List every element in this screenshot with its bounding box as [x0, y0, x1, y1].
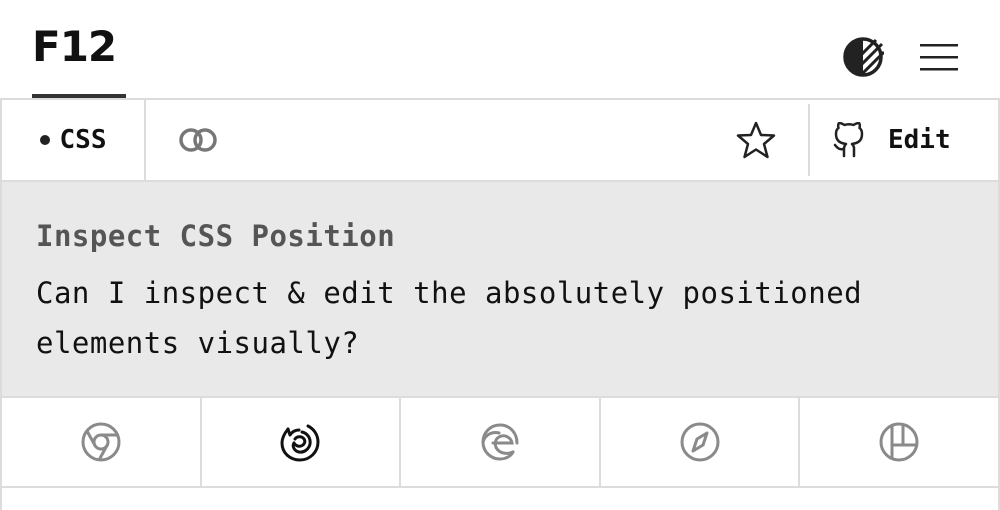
- copy-link-button[interactable]: [174, 120, 222, 160]
- bullet-icon: [39, 135, 50, 145]
- contrast-icon: [843, 37, 884, 77]
- star-icon: [736, 121, 776, 159]
- menu-button[interactable]: [918, 36, 960, 78]
- hamburger-menu-icon: [920, 44, 958, 71]
- browser-tab-edge[interactable]: [401, 398, 601, 486]
- chrome-icon: [81, 422, 121, 462]
- edit-on-github-button[interactable]: Edit: [832, 114, 982, 166]
- edit-label: Edit: [888, 125, 951, 155]
- firefox-icon: [280, 424, 320, 462]
- safari-icon: [680, 422, 720, 462]
- site-header: F12: [0, 0, 1000, 100]
- browser-tab-safari[interactable]: [601, 398, 801, 486]
- polypane-icon: [879, 422, 919, 462]
- content-below: [0, 488, 1000, 510]
- favorite-button[interactable]: [732, 118, 780, 162]
- question-title: Inspect CSS Position: [36, 219, 396, 253]
- category-tag[interactable]: CSS: [2, 100, 146, 180]
- question-panel: Inspect CSS Position Can I inspect & edi…: [0, 182, 1000, 396]
- edge-icon: [481, 423, 519, 461]
- question-toolbar: CSS Edit: [0, 100, 1000, 182]
- category-label: CSS: [59, 125, 107, 155]
- browser-tab-chrome[interactable]: [2, 398, 202, 486]
- link-icon: [179, 128, 217, 152]
- logo[interactable]: F12: [32, 22, 126, 98]
- question-text: Can I inspect & edit the absolutely posi…: [36, 276, 863, 360]
- browser-tab-firefox[interactable]: [202, 398, 402, 486]
- toolbar-divider: [808, 104, 810, 176]
- browser-tabs: [0, 396, 1000, 488]
- browser-tab-polypane[interactable]: [800, 398, 998, 486]
- github-icon: [833, 122, 864, 158]
- theme-toggle-button[interactable]: [842, 36, 884, 78]
- page: F12 CSS Edit Inspect CSS Position Can I …: [0, 0, 1000, 510]
